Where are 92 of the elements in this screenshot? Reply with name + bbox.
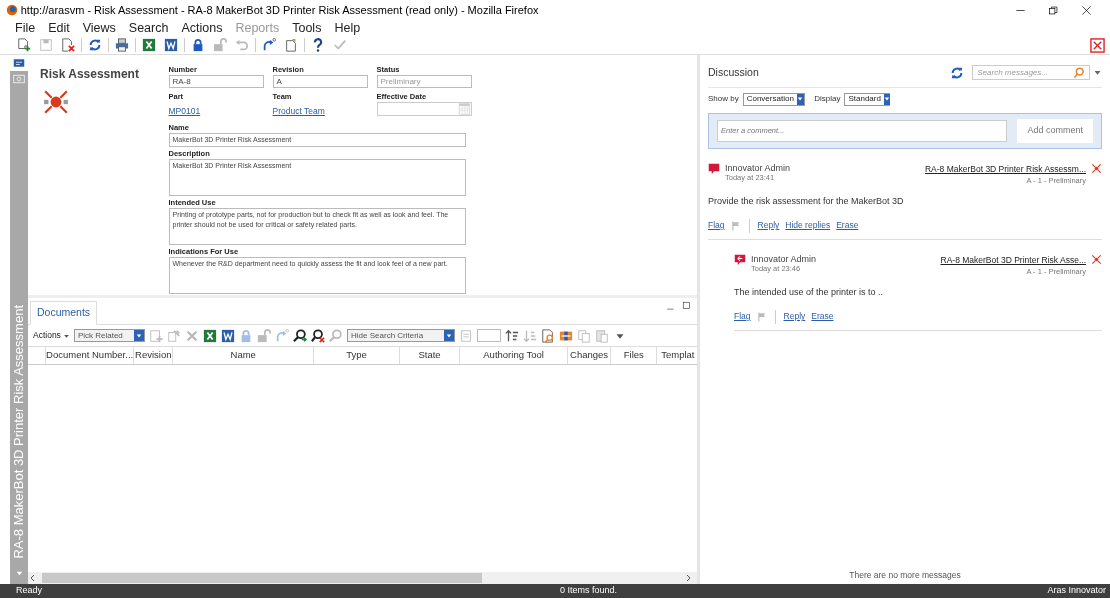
restore-icon[interactable] [1048,4,1059,16]
status-text: Aras Innovator [1047,584,1106,598]
item-link[interactable]: RA-8 MakerBot 3D Printer Risk Assessm... [924,163,1086,174]
action-link[interactable]: Reply [757,219,780,232]
browser-logo-icon [6,4,18,16]
dropdown[interactable]: Pick Related [73,329,146,342]
column-header[interactable]: Authoring Tool [460,347,568,364]
option-label: Show by [708,93,739,105]
tab[interactable]: Documents [30,301,98,325]
status-text: Ready [16,584,42,598]
window-title: http://arasvm - Risk Assessment - RA-8 MakerBot 3D Printer Risk Assessment (read only) - Mozilla Firefox [20,2,539,18]
horizontal-scrollbar[interactable] [28,572,697,584]
close-icon[interactable] [1081,4,1092,16]
action-link[interactable]: Flag [734,310,751,323]
spreadsheet-icon[interactable] [142,38,156,52]
dropdown[interactable]: Conversation [742,92,805,106]
document-icon[interactable] [164,38,178,52]
menu-item[interactable]: Actions [181,20,223,36]
curved-arrow-icon[interactable] [262,38,276,52]
actions-menu[interactable]: Actions [33,329,70,342]
flag-icon [756,311,767,322]
reply-icon [734,253,746,266]
panel-title: Discussion [708,64,759,80]
caret-icon[interactable] [883,96,890,102]
menu-item[interactable]: Help [334,20,361,36]
menu-item[interactable]: Edit [48,20,70,36]
link[interactable]: MP0101 [168,105,201,116]
column-header[interactable]: Name [173,347,315,364]
end-of-list-text: There are no more messages [848,568,962,582]
caret-icon[interactable] [1093,68,1102,77]
refresh-icon[interactable] [950,65,965,80]
text-field[interactable]: RA-8 [168,75,264,88]
column-header[interactable]: Revision [134,347,174,364]
menu-item[interactable]: Search [128,20,169,36]
action-link[interactable]: Erase [811,310,834,323]
caret-icon[interactable] [797,96,804,102]
add-comment-button[interactable]: Add comment [1017,119,1093,143]
column-header[interactable]: Templat [657,347,697,364]
caret-icon [62,332,70,339]
clear-search-icon[interactable] [311,328,326,343]
maximize-icon[interactable] [681,301,692,311]
message-text: Provide the risk assessment for the MakerBot 3D [708,195,905,208]
form-heading: Risk Assessment [40,66,140,83]
link[interactable]: Product Team [272,105,325,116]
flag-icon [730,220,741,231]
dropdown[interactable]: Standard [844,92,891,106]
action-link[interactable]: Erase [836,219,859,232]
risk-logo-icon [1091,253,1102,265]
risk-logo-icon [1091,162,1102,174]
new-item-icon[interactable] [17,38,31,52]
action-link[interactable]: Flag [708,219,725,232]
find-icon[interactable] [541,328,556,343]
delete-icon[interactable] [61,38,75,52]
status-text: 0 Items found. [560,584,618,598]
close-panel-icon[interactable] [1089,37,1105,53]
column-header[interactable]: Document Number... [45,347,135,364]
sort-ascending-icon[interactable] [505,328,520,343]
search-field[interactable]: Search messages... [972,65,1091,80]
column-header[interactable]: State [399,347,461,364]
caret-icon[interactable] [136,332,143,339]
action-link[interactable]: Reply [783,310,806,323]
vertical-caption: RA-8 MakerBot 3D Printer Risk Assessment [10,304,28,561]
document-icon[interactable] [221,328,236,343]
risk-logo-icon [42,88,69,115]
help-icon[interactable] [311,38,325,52]
author-name: Innovator Admin [751,253,817,264]
author-name: Innovator Admin [725,162,791,173]
column-header[interactable]: Type [314,347,400,364]
action-link[interactable]: Hide replies [785,219,831,232]
page-icon[interactable] [284,38,298,52]
menu-item[interactable]: File [15,20,36,36]
page-field[interactable] [477,329,502,342]
option-label: Display [814,93,841,105]
menu-item[interactable]: Tools [292,20,322,36]
lock-icon[interactable] [191,38,205,52]
form-icon [13,57,25,69]
comment-icon [708,162,720,175]
search-icon[interactable] [293,328,308,343]
caret-icon[interactable] [446,332,453,339]
view-icon [13,73,25,85]
side-tab[interactable] [10,55,28,71]
dropdown[interactable]: Hide Search Criteria [347,329,456,342]
column-header[interactable]: Changes [567,347,612,364]
print-icon[interactable] [115,38,129,52]
spreadsheet-icon[interactable] [203,328,218,343]
column-header[interactable]: Files [611,347,658,364]
text-field[interactable]: A [272,75,368,88]
message-text: The intended use of the printer is to .. [734,286,885,299]
date-field[interactable] [376,101,472,116]
refresh-icon[interactable] [88,38,102,52]
menu-item[interactable]: Views [82,20,116,36]
item-link[interactable]: RA-8 MakerBot 3D Printer Risk Asse... [940,254,1086,265]
